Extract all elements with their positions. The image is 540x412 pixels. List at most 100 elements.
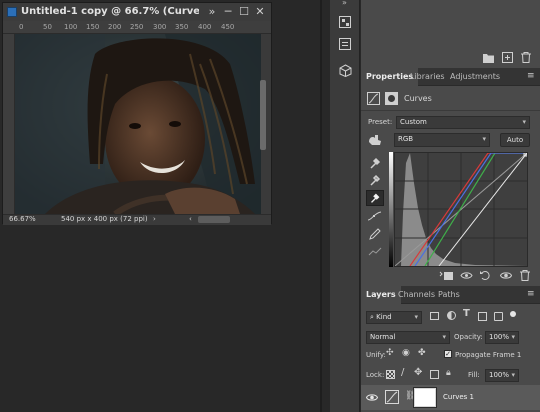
horizontal-ruler: 0 50 100 150 200 250 300 350 400 450 — [3, 21, 271, 34]
blend-mode-dropdown[interactable]: Normal — [366, 331, 450, 344]
trash-icon[interactable] — [521, 52, 531, 63]
ruler-tick: 250 — [130, 23, 144, 31]
layer-name[interactable]: Curves 1 — [443, 393, 474, 401]
vertical-ruler — [3, 34, 15, 214]
view-previous-icon[interactable] — [460, 270, 473, 281]
filter-image-icon[interactable] — [430, 312, 439, 320]
opacity-value: 100% — [489, 333, 510, 341]
lock-artboard-icon[interactable] — [430, 370, 439, 379]
panel-icon-strip: » — [330, 0, 360, 412]
status-arrow-icon[interactable]: › — [153, 214, 156, 225]
clip-to-layer-icon[interactable] — [439, 270, 453, 281]
properties-tabbar: Properties Libraries Adjustments ≡ — [361, 68, 540, 86]
tab-overflow-icon[interactable]: » — [205, 5, 219, 19]
filter-smart-object-icon[interactable] — [494, 312, 503, 321]
unify-label: Unify: — [366, 351, 386, 359]
pencil-icon — [369, 228, 381, 240]
layer-row[interactable]: ⛓︎ Curves 1 — [361, 385, 540, 410]
filter-type-icon[interactable]: T — [463, 308, 470, 319]
photo-image — [15, 34, 261, 214]
lock-label: Lock: — [366, 371, 385, 379]
target-adjust-hand-icon[interactable] — [368, 134, 382, 146]
upper-panel-toolbar — [361, 50, 540, 66]
unify-visibility-icon[interactable]: ◉ — [402, 348, 410, 358]
propagate-label: Propagate Frame 1 — [455, 351, 522, 359]
filter-shape-icon[interactable] — [478, 312, 487, 321]
reset-icon[interactable] — [480, 270, 491, 281]
lock-transparent-icon[interactable] — [386, 370, 395, 379]
minimize-icon[interactable]: ─ — [221, 5, 235, 19]
image-canvas[interactable] — [15, 34, 261, 214]
opacity-field[interactable]: 100% — [485, 331, 519, 344]
unify-style-icon[interactable]: ✤ — [418, 348, 426, 358]
fill-field[interactable]: 100% — [485, 369, 519, 382]
scroll-left-icon[interactable]: ‹ — [189, 214, 192, 225]
layer-mask-thumbnail[interactable] — [413, 387, 437, 408]
collapse-panels-icon[interactable]: » — [342, 0, 347, 7]
properties-bottom-toolbar — [361, 268, 540, 284]
layer-visibility-eye-icon[interactable] — [366, 393, 378, 402]
preset-dropdown[interactable]: Custom — [396, 116, 530, 129]
ruler-tick: 350 — [175, 23, 189, 31]
output-gradient-bar — [389, 152, 393, 267]
lock-position-icon[interactable]: ✥ — [414, 367, 422, 378]
document-window: Untitled-1 copy @ 66.7% (Curves 1, Layer… — [2, 2, 272, 225]
vertical-scroll-thumb[interactable] — [260, 80, 266, 150]
filter-toggle-icon[interactable] — [510, 311, 516, 317]
channel-value: RGB — [398, 135, 414, 143]
filter-search-icon: ⌕ — [370, 313, 374, 321]
delete-adjustment-icon[interactable] — [520, 270, 530, 281]
smooth-curve-tool[interactable] — [366, 244, 384, 260]
swatches-icon[interactable] — [339, 16, 351, 28]
fill-value: 100% — [489, 371, 510, 379]
curves-header: Curves — [361, 87, 540, 111]
ruler-tick: 450 — [221, 23, 235, 31]
ruler-tick: 400 — [198, 23, 212, 31]
fill-label: Fill: — [468, 371, 480, 379]
layer-mask-icon[interactable] — [385, 92, 398, 105]
eyedropper-gray-icon — [370, 174, 381, 186]
maximize-icon[interactable]: ☐ — [237, 5, 251, 19]
close-icon[interactable]: ✕ — [253, 5, 267, 19]
layer-filter-dropdown[interactable]: ⌕ Kind — [366, 311, 422, 324]
zoom-level[interactable]: 66.67% — [9, 214, 36, 225]
smooth-icon — [368, 247, 382, 256]
panel-menu-icon[interactable]: ≡ — [527, 71, 535, 81]
new-group-icon[interactable] — [483, 53, 494, 63]
auto-button-label: Auto — [506, 136, 524, 144]
sample-black-eyedropper[interactable] — [366, 155, 384, 171]
history-icon[interactable] — [339, 38, 351, 50]
curves-plot — [395, 153, 527, 266]
layers-menu-icon[interactable]: ≡ — [527, 289, 535, 299]
ruler-tick: 100 — [64, 23, 78, 31]
3d-cube-icon[interactable] — [339, 64, 352, 77]
tab-paths[interactable]: Paths — [433, 286, 465, 304]
ruler-tick: 300 — [153, 23, 167, 31]
tab-adjustments[interactable]: Adjustments — [445, 68, 505, 86]
draw-curve-tool[interactable] — [366, 226, 384, 242]
edit-points-tool[interactable] — [366, 208, 384, 224]
sample-white-eyedropper[interactable] — [366, 190, 384, 206]
sample-gray-eyedropper[interactable] — [366, 172, 384, 188]
document-titlebar[interactable]: Untitled-1 copy @ 66.7% (Curves 1, Layer… — [3, 3, 271, 21]
channel-dropdown[interactable]: RGB — [394, 133, 490, 147]
opacity-label: Opacity: — [454, 333, 483, 341]
ruler-tick: 0 — [19, 23, 24, 31]
panel-divider[interactable] — [320, 0, 322, 412]
visibility-eye-icon[interactable] — [500, 271, 512, 280]
horizontal-scroll-thumb[interactable] — [198, 216, 230, 223]
curves-graph[interactable] — [394, 152, 528, 267]
auto-button[interactable]: Auto — [500, 133, 530, 147]
lock-pixels-icon[interactable]: / — [401, 367, 404, 378]
eyedropper-black-icon — [370, 157, 381, 169]
filter-adjustment-icon[interactable] — [447, 311, 456, 320]
unify-position-icon[interactable]: ✣ — [386, 348, 394, 358]
filter-kind-value: Kind — [376, 313, 392, 321]
lock-all-icon[interactable]: 🔒︎ — [446, 368, 451, 378]
ruler-tick: 150 — [86, 23, 100, 31]
preset-label: Preset: — [368, 118, 393, 126]
new-item-icon[interactable] — [502, 52, 513, 63]
tab-libraries[interactable]: Libraries — [405, 68, 450, 86]
propagate-checkbox[interactable]: ✓ — [444, 350, 452, 358]
document-title: Untitled-1 copy @ 66.7% (Curves 1, Layer… — [21, 6, 199, 17]
